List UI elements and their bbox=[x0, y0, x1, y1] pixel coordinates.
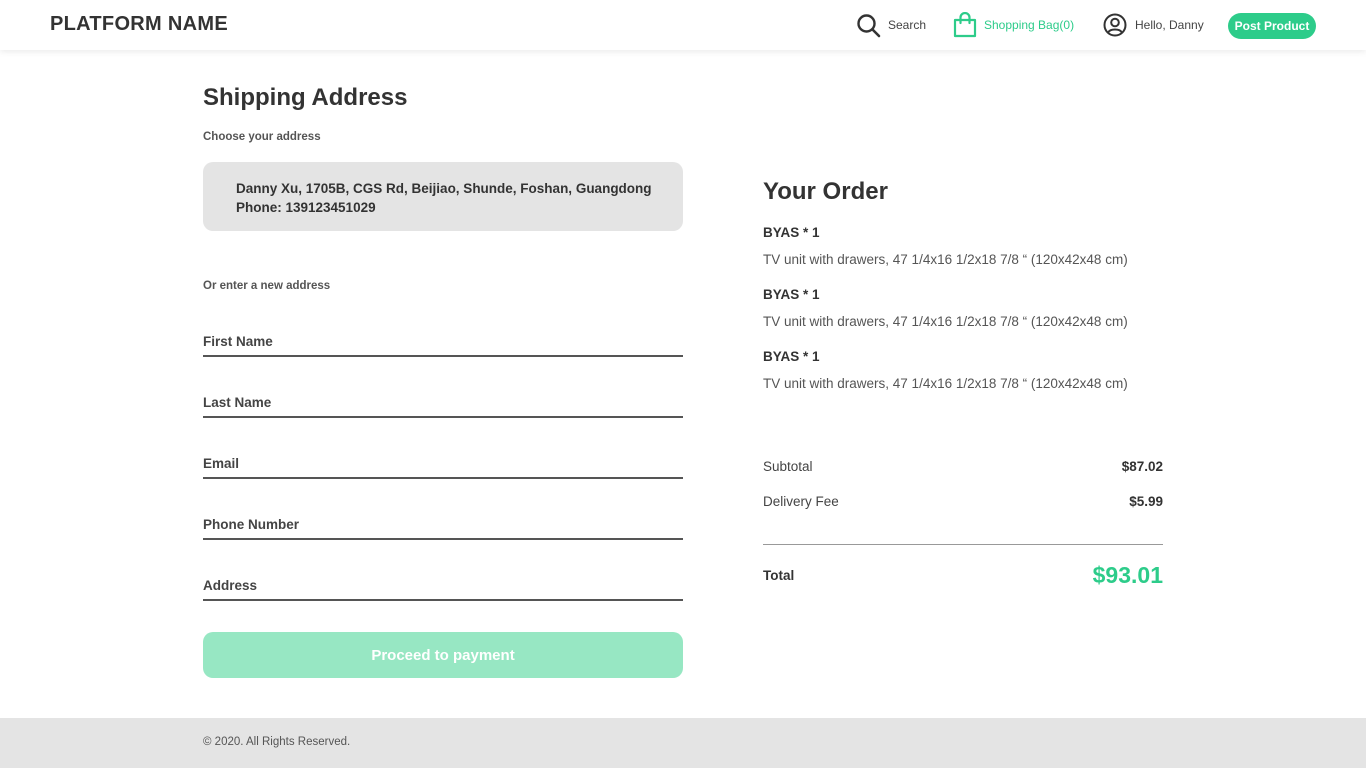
saved-address-line: Danny Xu, 1705B, CGS Rd, Beijiao, Shunde… bbox=[236, 181, 652, 196]
subtotal-value: $87.02 bbox=[1121, 459, 1163, 474]
user-circle-icon bbox=[1103, 13, 1135, 37]
total-label: Total bbox=[763, 568, 795, 583]
top-navbar: PLATFORM NAME Search Shopping Bag(0) Hel… bbox=[0, 0, 1366, 50]
post-product-button[interactable]: Post Product bbox=[1228, 13, 1316, 39]
saved-address-card[interactable]: Danny Xu, 1705B, CGS Rd, Beijiao, Shunde… bbox=[203, 162, 683, 231]
search-button[interactable]: Search bbox=[856, 0, 926, 50]
order-item-description: TV unit with drawers, 47 1/4x16 1/2x18 7… bbox=[763, 376, 1128, 391]
phone-number-input[interactable] bbox=[203, 510, 683, 540]
order-item-name: BYAS * 1 bbox=[763, 287, 820, 302]
platform-logo[interactable]: PLATFORM NAME bbox=[50, 13, 228, 36]
total-value: $93.01 bbox=[1092, 562, 1163, 588]
order-item-description: TV unit with drawers, 47 1/4x16 1/2x18 7… bbox=[763, 314, 1128, 329]
user-greeting: Hello, Danny bbox=[1135, 18, 1204, 32]
user-menu[interactable]: Hello, Danny bbox=[1103, 0, 1204, 50]
search-icon bbox=[856, 13, 888, 38]
shipping-address-title: Shipping Address bbox=[203, 84, 408, 111]
new-address-label: Or enter a new address bbox=[203, 280, 331, 292]
order-item-description: TV unit with drawers, 47 1/4x16 1/2x18 7… bbox=[763, 252, 1128, 267]
shopping-bag-button[interactable]: Shopping Bag(0) bbox=[953, 0, 1074, 50]
saved-address-phone: Phone: 139123451029 bbox=[236, 200, 376, 215]
delivery-fee-value: $5.99 bbox=[1129, 494, 1163, 509]
summary-divider bbox=[763, 544, 1163, 545]
address-input[interactable] bbox=[203, 571, 683, 601]
last-name-input[interactable] bbox=[203, 388, 683, 418]
search-label: Search bbox=[888, 18, 927, 32]
order-item-name: BYAS * 1 bbox=[763, 349, 820, 364]
choose-address-label: Choose your address bbox=[203, 131, 321, 143]
page-footer: © 2020. All Rights Reserved. bbox=[0, 718, 1366, 768]
shopping-bag-icon bbox=[953, 12, 984, 38]
shopping-bag-label: Shopping Bag(0) bbox=[984, 18, 1075, 32]
order-title: Your Order bbox=[763, 178, 888, 205]
first-name-input[interactable] bbox=[203, 327, 683, 357]
proceed-to-payment-button[interactable]: Proceed to payment bbox=[203, 632, 683, 678]
delivery-fee-label: Delivery Fee bbox=[763, 494, 839, 509]
subtotal-label: Subtotal bbox=[763, 459, 813, 474]
email-input[interactable] bbox=[203, 449, 683, 479]
order-item-name: BYAS * 1 bbox=[763, 225, 820, 240]
copyright-text: © 2020. All Rights Reserved. bbox=[203, 736, 351, 748]
